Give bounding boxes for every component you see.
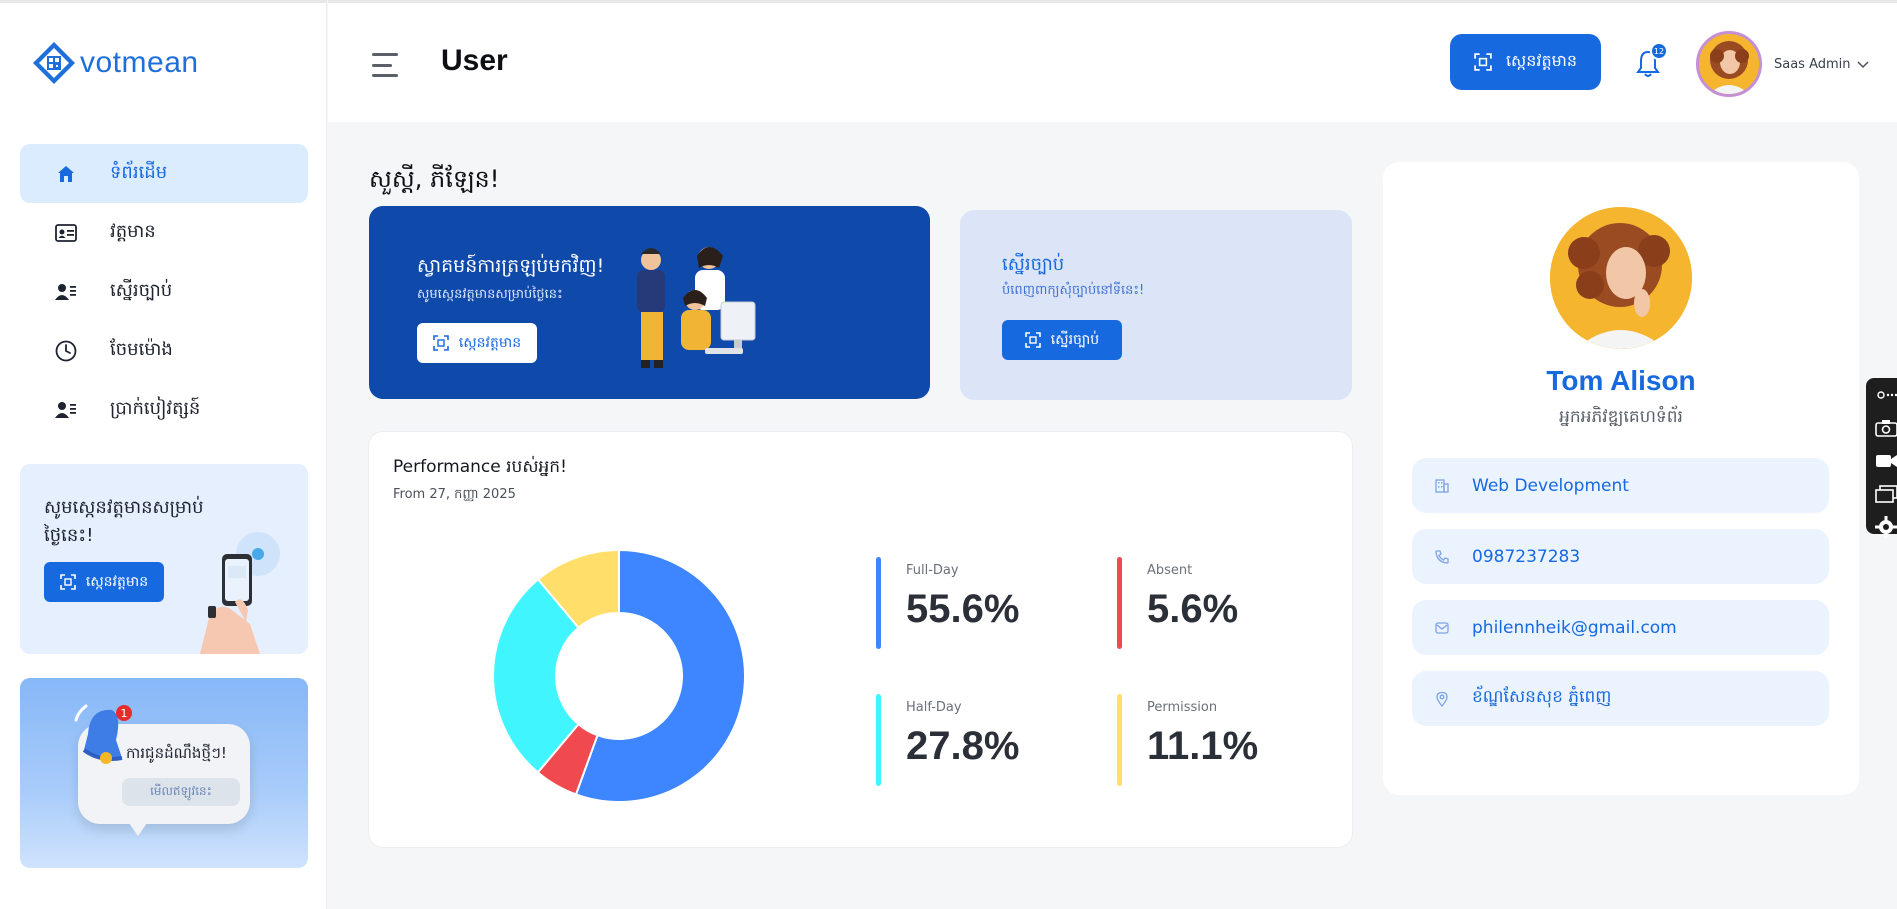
user-menu[interactable]: Saas Admin — [1774, 57, 1869, 72]
sidebar-item-label: ចែមម៉ោង — [110, 339, 173, 360]
permission-title: ស្នើរច្បាប់ — [1002, 254, 1065, 275]
profile-location-value: ខ័ណ្ឌសែនសុខ ភ្នំពេញ — [1472, 687, 1612, 707]
profile-phone-value: 0987237283 — [1472, 546, 1581, 567]
link-icon[interactable] — [1866, 378, 1897, 411]
notification-view-link[interactable]: មើលឥឡូវនេះ — [122, 778, 240, 806]
welcome-scan-label: ស្កេនវត្តមាន — [458, 334, 522, 351]
profile-avatar — [1550, 207, 1692, 349]
notification-badge: 1 — [121, 707, 128, 720]
id-card-icon — [54, 221, 78, 245]
scan-icon — [1474, 53, 1492, 71]
stat-value: 5.6% — [1147, 587, 1239, 631]
home-icon — [54, 162, 78, 186]
notification-card-text: ការជូនដំណឹងថ្មីៗ! — [126, 744, 227, 762]
stat-permission: Permission 11.1% — [1117, 694, 1317, 786]
sidebar-item-attendance[interactable]: វត្តមាន — [20, 203, 308, 262]
sidebar-item-schedule[interactable]: ចែមម៉ោង — [20, 321, 308, 380]
stat-half-day: Half-Day 27.8% — [876, 694, 1076, 786]
scan-icon — [1024, 332, 1041, 348]
sidebar-item-label: វត្តមាន — [110, 221, 156, 242]
profile-card: Tom Alison អ្នកអភិវឌ្ឍគេហទំព័រ Web Devel… — [1383, 162, 1859, 795]
scan-icon — [433, 335, 449, 351]
clock-icon — [54, 339, 78, 363]
header-avatar[interactable] — [1696, 31, 1762, 97]
performance-subtitle: From 27, កញ្ញា 2025 — [393, 487, 516, 502]
notification-count-badge: 12 — [1650, 42, 1668, 60]
sidebar-item-home[interactable]: ទំព័រដើម — [20, 144, 308, 203]
scan-icon — [60, 574, 76, 590]
stat-full-day: Full-Day 55.6% — [876, 557, 1076, 649]
location-icon — [1430, 687, 1454, 711]
stat-label: Permission — [1147, 700, 1218, 715]
sidebar-item-label: ទំព័រដើម — [110, 162, 168, 183]
camera-icon[interactable] — [1866, 411, 1897, 444]
phone-icon — [1430, 545, 1454, 569]
logo-qr-icon — [33, 42, 75, 84]
sidebar-nav: ទំព័រដើម វត្តមាន ស្នើរច្បាប់ ចែមម៉ោង ប្រ… — [20, 144, 308, 439]
stat-bar — [1117, 694, 1122, 786]
profile-role: អ្នកអភិវឌ្ឍគេហទំព័រ — [1559, 407, 1683, 427]
chevron-down-icon — [1857, 60, 1869, 68]
team-illustration — [637, 247, 756, 368]
mail-icon — [1430, 616, 1454, 640]
profile-name: Tom Alison — [1546, 365, 1696, 396]
performance-card: Performance របស់អ្នក! From 27, កញ្ញា 202… — [369, 432, 1352, 847]
promo-scan-label: ស្កេនវត្តមាន — [85, 573, 149, 590]
header-scan-button[interactable]: ស្កេនវត្តមាន — [1450, 34, 1601, 90]
stat-absent: Absent 5.6% — [1117, 557, 1317, 649]
sidebar-item-permission[interactable]: ស្នើរច្បាប់ — [20, 262, 308, 321]
welcome-card: ស្វាគមន៍ការត្រឡប់មកវិញ! សូមស្កេនវត្តមានស… — [369, 206, 930, 399]
profile-phone: 0987237283 — [1412, 529, 1829, 584]
welcome-title: ស្វាគមន៍ការត្រឡប់មកវិញ! — [417, 255, 605, 277]
header-scan-label: ស្កេនវត្តមាន — [1505, 51, 1578, 70]
stat-value: 55.6% — [906, 587, 1020, 631]
stat-label: Half-Day — [906, 700, 962, 715]
permission-subtitle: បំពេញពាក្យសុំច្បាប់នៅទីនេះ! — [1002, 283, 1145, 298]
gear-icon[interactable] — [1866, 510, 1897, 543]
user-name: Saas Admin — [1774, 57, 1851, 72]
profile-department-value: Web Development — [1472, 475, 1629, 496]
stat-label: Absent — [1147, 563, 1193, 578]
phone-scan-illustration — [200, 532, 280, 654]
scan-promo-card: សូមស្កេនវត្តមានសម្រាប់ថ្ងៃនេះ! ស្កេនវត្ត… — [20, 464, 308, 654]
stat-bar — [876, 557, 881, 649]
performance-title: Performance របស់អ្នក! — [393, 457, 567, 477]
stat-bar — [1117, 557, 1122, 649]
promo-scan-button[interactable]: ស្កេនវត្តមាន — [44, 562, 164, 602]
greeting: សួស្តី, ភីឡែន! — [369, 165, 500, 193]
floating-toolbar — [1866, 378, 1897, 538]
profile-avatar-image — [1550, 207, 1692, 349]
permission-card: ស្នើរច្បាប់ បំពេញពាក្យសុំច្បាប់នៅទីនេះ! … — [960, 210, 1352, 400]
sidebar: votmean ទំព័រដើម វត្តមាន ស្នើរច្បាប់ ចែម… — [0, 0, 327, 909]
sidebar-item-label: ប្រាក់បៀវត្សន៍ — [110, 398, 201, 419]
stat-bar — [876, 694, 881, 786]
user-list-icon — [54, 280, 78, 304]
notification-card[interactable]: 1 ការជូនដំណឹងថ្មីៗ! មើលឥឡូវនេះ — [20, 678, 308, 868]
top-header: User ស្កេនវត្តមាន 12 Saas Admin — [328, 0, 1897, 122]
notification-bubble-tail — [124, 816, 152, 836]
logo[interactable]: votmean — [32, 41, 199, 85]
welcome-scan-button[interactable]: ស្កេនវត្តមាន — [417, 323, 537, 363]
permission-request-label: ស្នើរច្បាប់ — [1050, 331, 1100, 348]
building-icon — [1430, 474, 1454, 498]
stat-value: 11.1% — [1147, 724, 1259, 768]
video-icon[interactable] — [1866, 444, 1897, 477]
stat-label: Full-Day — [906, 563, 959, 578]
windows-icon[interactable] — [1866, 477, 1897, 510]
sidebar-item-label: ស្នើរច្បាប់ — [110, 280, 173, 301]
performance-donut-chart — [492, 548, 746, 803]
avatar-image — [1699, 34, 1759, 94]
profile-location: ខ័ណ្ឌសែនសុខ ភ្នំពេញ — [1412, 671, 1829, 726]
stat-value: 27.8% — [906, 724, 1020, 768]
page-title: User — [441, 44, 508, 77]
logo-text: votmean — [80, 46, 199, 79]
permission-request-button[interactable]: ស្នើរច្បាប់ — [1002, 320, 1122, 360]
profile-email: philennheik@gmail.com — [1412, 600, 1829, 655]
menu-toggle-icon[interactable] — [372, 53, 402, 77]
welcome-subtitle: សូមស្កេនវត្តមានសម្រាប់ថ្ងៃនេះ — [417, 287, 563, 302]
sidebar-item-salary[interactable]: ប្រាក់បៀវត្សន៍ — [20, 380, 308, 439]
profile-email-value: philennheik@gmail.com — [1472, 617, 1677, 638]
user-list-icon — [54, 398, 78, 422]
profile-department: Web Development — [1412, 458, 1829, 513]
